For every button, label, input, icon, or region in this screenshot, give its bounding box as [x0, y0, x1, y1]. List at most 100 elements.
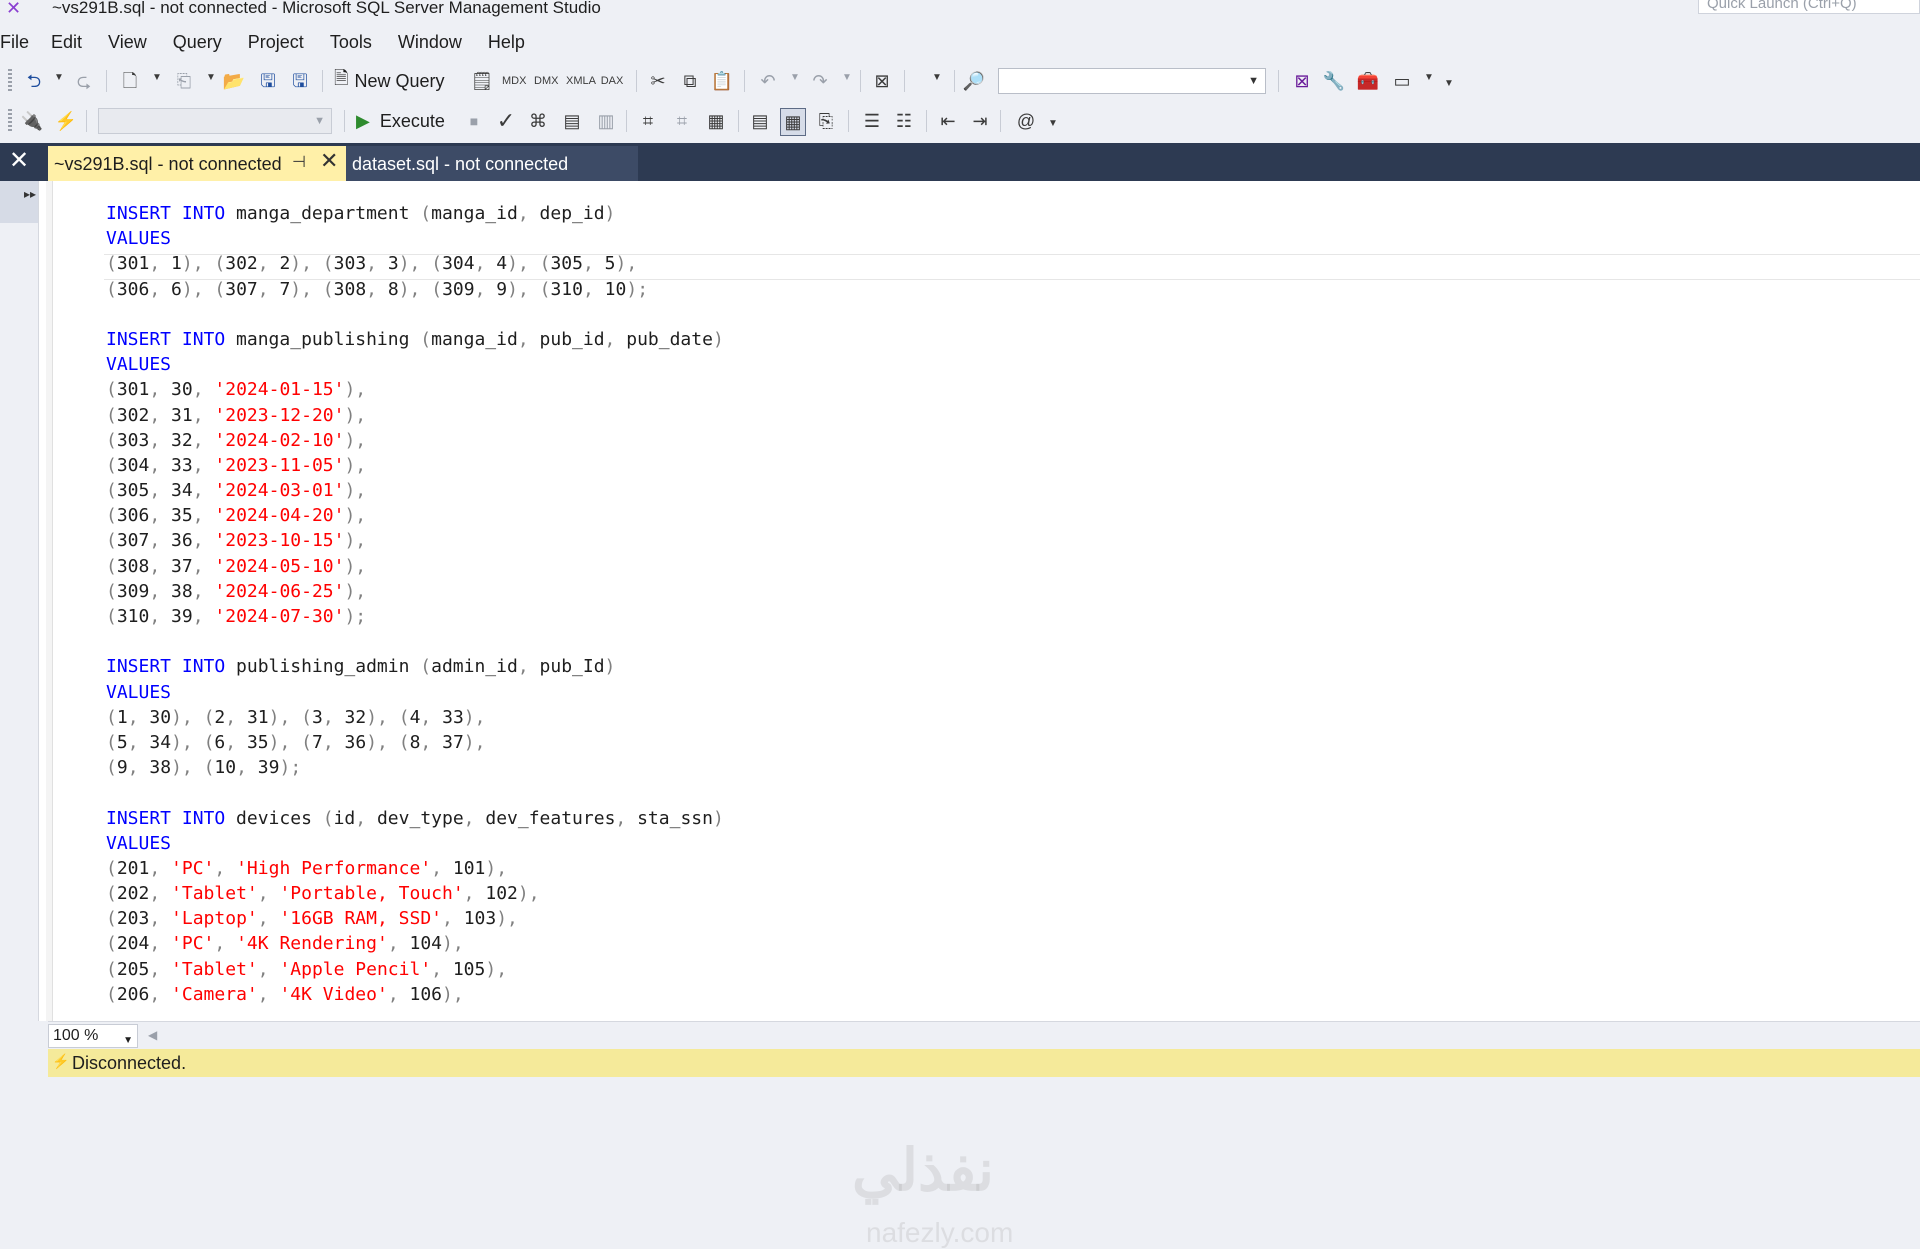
code-line[interactable]: (309, 38, '2024-06-25'), — [106, 579, 724, 604]
mdx-query-icon[interactable]: MDX — [502, 68, 526, 94]
toolbox-icon[interactable]: 🧰 — [1356, 68, 1380, 94]
new-query-button[interactable]: 🗎 New Query — [334, 66, 445, 96]
object-explorer-tab[interactable]: ▸▸ — [0, 181, 38, 223]
save-all-icon[interactable]: 🖫 — [288, 68, 312, 94]
open-file-icon[interactable]: 📂 — [222, 68, 246, 94]
code-line[interactable]: (1, 30), (2, 31), (3, 32), (4, 33), — [106, 705, 724, 730]
code-line[interactable]: INSERT INTO publishing_admin (admin_id, … — [106, 654, 724, 679]
find-icon[interactable]: 🔎 — [962, 68, 986, 94]
toolbar-grip[interactable] — [8, 69, 12, 93]
code-line[interactable]: (205, 'Tablet', 'Apple Pencil', 105), — [106, 957, 724, 982]
code-line[interactable]: INSERT INTO manga_department (manga_id, … — [106, 201, 724, 226]
close-icon[interactable]: ✕ — [0, 143, 38, 181]
paste-icon[interactable]: 📋 — [710, 68, 734, 94]
code-line[interactable] — [106, 302, 724, 327]
forward-icon[interactable]: ⮎ — [72, 68, 96, 94]
solution-explorer-icon[interactable]: ⊠ — [1290, 68, 1314, 94]
toolbar-overflow-icon[interactable]: ▼ — [1444, 78, 1454, 89]
code-line[interactable]: (304, 33, '2023-11-05'), — [106, 453, 724, 478]
tab-dataset-sql[interactable]: dataset.sql - not connected — [346, 146, 638, 181]
pin-icon[interactable]: ⊣ — [292, 152, 306, 172]
chevron-down-icon[interactable]: ▼ — [790, 72, 800, 83]
menu-window[interactable]: Window — [398, 28, 488, 56]
code-line[interactable]: (301, 30, '2024-01-15'), — [106, 377, 724, 402]
zoom-level-select[interactable]: 100 % ▼ — [48, 1024, 138, 1048]
new-project-icon[interactable]: 🗋 — [118, 68, 142, 94]
close-icon[interactable]: ✕ — [320, 148, 338, 174]
code-line[interactable]: (306, 6), (307, 7), (308, 8), (309, 9), … — [106, 277, 724, 302]
redo-icon[interactable]: ↷ — [808, 68, 832, 94]
chevron-down-icon[interactable]: ▼ — [842, 72, 852, 83]
find-combo[interactable]: ▼ — [998, 68, 1266, 94]
output-window-icon[interactable]: ▭ — [1390, 68, 1414, 94]
cut-icon[interactable]: ✂ — [646, 68, 670, 94]
menu-file[interactable]: File — [0, 28, 51, 56]
code-line[interactable]: (305, 34, '2024-03-01'), — [106, 478, 724, 503]
increase-indent-icon[interactable]: ⇥ — [968, 108, 992, 134]
code-line[interactable]: (201, 'PC', 'High Performance', 101), — [106, 856, 724, 881]
code-line[interactable]: (203, 'Laptop', '16GB RAM, SSD', 103), — [106, 906, 724, 931]
code-line[interactable]: INSERT INTO manga_publishing (manga_id, … — [106, 327, 724, 352]
scroll-left-icon[interactable]: ◀ — [148, 1028, 157, 1042]
toolbar-overflow-icon[interactable]: ▼ — [1048, 118, 1058, 129]
chevron-down-icon[interactable]: ▼ — [206, 72, 216, 83]
parse-icon[interactable]: ✓ — [494, 108, 518, 134]
undo-icon[interactable]: ↶ — [756, 68, 780, 94]
code-line[interactable]: (9, 38), (10, 39); — [106, 755, 724, 780]
code-line[interactable]: (310, 39, '2024-07-30'); — [106, 604, 724, 629]
live-stats-icon[interactable]: ⌗ — [670, 108, 694, 134]
add-item-icon[interactable]: ⎗ — [172, 68, 196, 94]
dmx-query-icon[interactable]: DMX — [534, 68, 558, 94]
chevron-down-icon[interactable]: ▼ — [1424, 72, 1434, 83]
code-line[interactable]: VALUES — [106, 226, 724, 251]
code-line[interactable]: VALUES — [106, 831, 724, 856]
menu-project[interactable]: Project — [248, 28, 330, 56]
code-line[interactable]: (5, 34), (6, 35), (7, 36), (8, 37), — [106, 730, 724, 755]
results-to-grid-icon[interactable]: ▦ — [780, 108, 806, 136]
menu-query[interactable]: Query — [173, 28, 248, 56]
properties-icon[interactable]: 🔧 — [1322, 68, 1346, 94]
save-icon[interactable]: 🖫 — [256, 68, 280, 94]
menu-help[interactable]: Help — [488, 28, 537, 56]
execute-button[interactable]: ▶ Execute — [356, 106, 445, 136]
menu-tools[interactable]: Tools — [330, 28, 398, 56]
cancel-query-icon[interactable]: ■ — [462, 108, 486, 134]
intellisense-icon[interactable]: ▥ — [594, 108, 618, 134]
decrease-indent-icon[interactable]: ⇤ — [936, 108, 960, 134]
code-line[interactable]: VALUES — [106, 680, 724, 705]
code-line[interactable] — [106, 780, 724, 805]
code-line[interactable]: INSERT INTO devices (id, dev_type, dev_f… — [106, 806, 724, 831]
code-line[interactable]: (204, 'PC', '4K Rendering', 104), — [106, 931, 724, 956]
quick-launch-input[interactable]: Quick Launch (Ctrl+Q) — [1698, 0, 1920, 14]
activity-monitor-icon[interactable]: ⊠ — [870, 68, 894, 94]
comment-icon[interactable]: ☰ — [860, 108, 884, 134]
uncomment-icon[interactable]: ☷ — [892, 108, 916, 134]
tab-vs291b-sql[interactable]: ~vs291B.sql - not connected ⊣ ✕ — [48, 146, 346, 181]
menu-edit[interactable]: Edit — [51, 28, 108, 56]
include-plan-icon[interactable]: ⌗ — [636, 108, 660, 134]
dax-query-icon[interactable]: DAX — [600, 68, 624, 94]
chevron-down-icon[interactable]: ▼ — [932, 72, 942, 83]
available-databases-combo[interactable]: ▼ — [98, 108, 332, 134]
query-editor[interactable]: ▸▸ INSERT INTO manga_department (manga_i… — [0, 181, 1920, 1248]
code-line[interactable]: (303, 32, '2024-02-10'), — [106, 428, 724, 453]
change-connection-icon[interactable]: ⚡ — [54, 108, 78, 134]
results-to-text-icon[interactable]: ▤ — [748, 108, 772, 134]
code-line[interactable]: (302, 31, '2023-12-20'), — [106, 403, 724, 428]
chevron-down-icon[interactable]: ▼ — [54, 72, 64, 83]
code-line[interactable] — [106, 629, 724, 654]
client-stats-icon[interactable]: ▦ — [704, 108, 728, 134]
back-icon[interactable]: ⮌ — [22, 68, 46, 94]
results-to-file-icon[interactable]: ⎘ — [814, 108, 838, 134]
connect-icon[interactable]: 🔌 — [20, 108, 44, 134]
code-line[interactable]: (306, 35, '2024-04-20'), — [106, 503, 724, 528]
menu-view[interactable]: View — [108, 28, 173, 56]
toolbar-grip[interactable] — [8, 109, 12, 133]
copy-icon[interactable]: ⧉ — [678, 68, 702, 94]
code-line[interactable]: (301, 1), (302, 2), (303, 3), (304, 4), … — [106, 251, 724, 276]
chevron-down-icon[interactable]: ▼ — [152, 72, 162, 83]
query-designer-icon[interactable]: ▤ — [560, 108, 584, 134]
code-line[interactable]: VALUES — [106, 352, 724, 377]
code-area[interactable]: INSERT INTO manga_department (manga_id, … — [106, 201, 724, 1007]
expand-icon[interactable]: ▸▸ — [24, 187, 36, 201]
